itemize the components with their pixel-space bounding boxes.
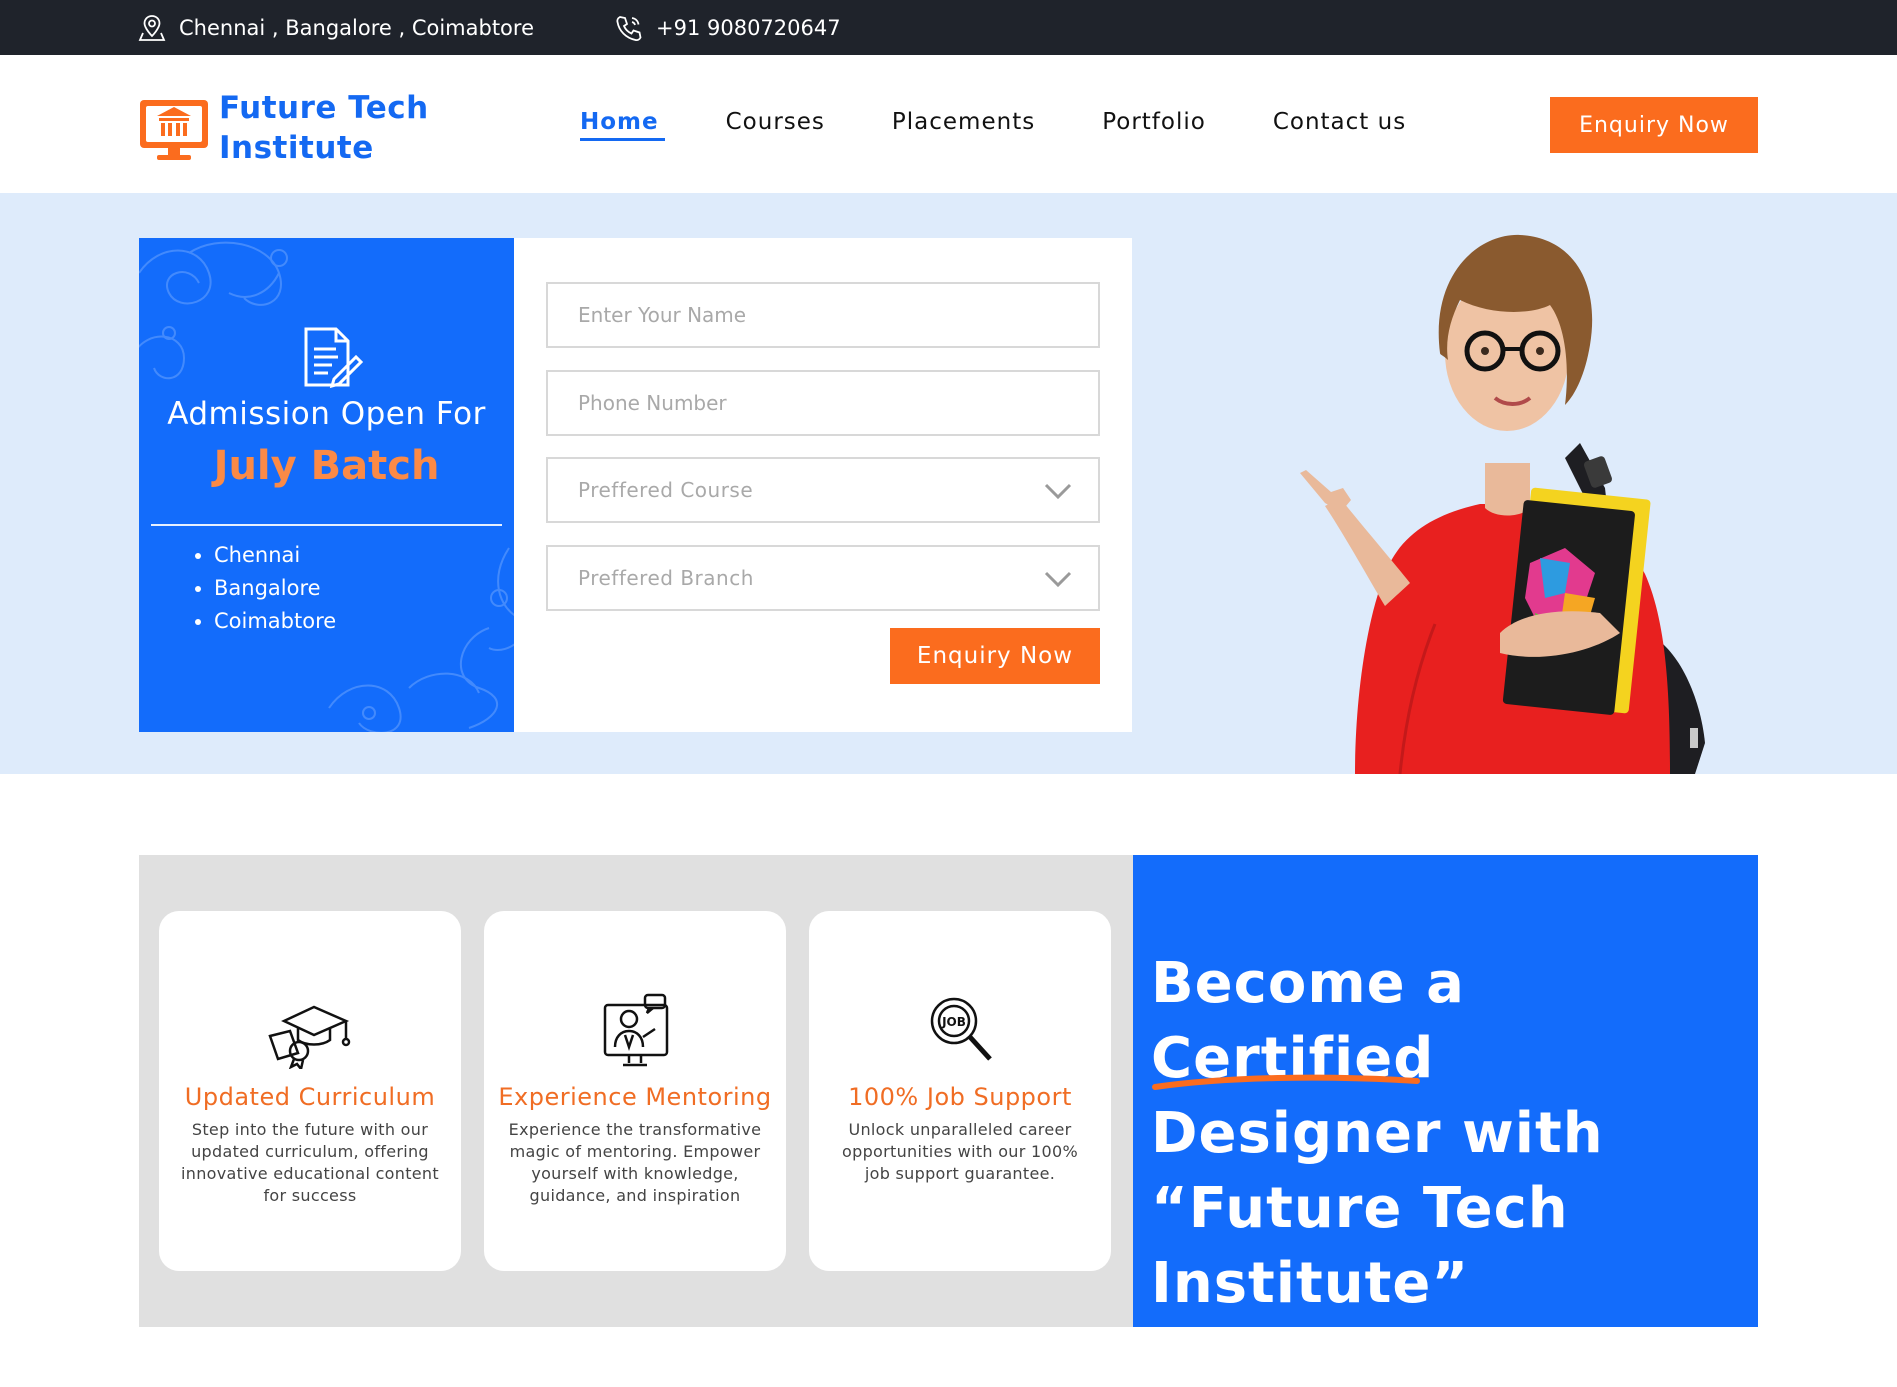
features-section: Updated Curriculum Step into the future … (139, 855, 1133, 1327)
document-edit-icon (304, 327, 364, 389)
enquiry-form: Preffered Course Preffered Branch Enquir… (514, 238, 1132, 732)
phone-info[interactable]: +91 9080720647 (614, 13, 841, 43)
logo-line-2: Institute (219, 130, 374, 166)
feature-card: Experience Mentoring Experience the tran… (484, 911, 786, 1271)
certified-line-2-rest: with (1441, 1101, 1604, 1166)
certified-line-4: Institute” (1151, 1251, 1470, 1316)
certified-banner: Become a Certified Designer with “Future… (1133, 855, 1758, 1327)
certified-heading: Become a Certified Designer with “Future… (1151, 946, 1751, 1321)
form-enquiry-button[interactable]: Enquiry Now (890, 628, 1100, 684)
nav-contact-us[interactable]: Contact us (1273, 109, 1406, 135)
feature-card: JOB 100% Job Support Unlock unparalleled… (809, 911, 1111, 1271)
header-enquiry-button[interactable]: Enquiry Now (1550, 97, 1758, 153)
city-list: Chennai Bangalore Coimabtore (214, 539, 336, 638)
course-select-placeholder: Preffered Course (578, 478, 754, 502)
city-item: Bangalore (214, 572, 336, 605)
chevron-down-icon (1044, 483, 1072, 500)
nav-placements[interactable]: Placements (892, 109, 1035, 135)
nav-portfolio[interactable]: Portfolio (1102, 109, 1206, 135)
logo-monitor-icon (140, 100, 208, 160)
svg-text:JOB: JOB (941, 1015, 966, 1029)
batch-title: July Batch (213, 443, 440, 489)
hero-section: Admission Open For July Batch Chennai Ba… (0, 193, 1897, 774)
nav-courses[interactable]: Courses (726, 109, 825, 135)
city-item: Chennai (214, 539, 336, 572)
logo[interactable]: Future Tech Institute (137, 88, 429, 168)
feature-description: Step into the future with our updated cu… (181, 1120, 439, 1205)
top-info-bar: Chennai , Bangalore , Coimabtore +91 908… (0, 0, 1897, 55)
student-photo (1300, 234, 1705, 774)
phone-number: +91 9080720647 (656, 16, 841, 40)
phone-field[interactable] (546, 370, 1100, 436)
certified-highlight-word: Designer (1151, 1101, 1442, 1166)
feature-card: Updated Curriculum Step into the future … (159, 911, 461, 1271)
map-pin-icon (138, 15, 166, 41)
phone-icon (616, 16, 642, 42)
feature-title: Experience Mentoring (498, 1083, 772, 1111)
job-search-icon: JOB (930, 997, 992, 1061)
admission-title: Admission Open For (167, 396, 486, 432)
city-item: Coimabtore (214, 605, 336, 638)
mentor-icon (603, 993, 669, 1067)
divider (151, 524, 502, 526)
location-info: Chennai , Bangalore , Coimabtore (137, 13, 534, 43)
branch-select-placeholder: Preffered Branch (578, 566, 754, 590)
feature-title: 100% Job Support (848, 1083, 1072, 1111)
main-nav: Home Courses Placements Portfolio Contac… (580, 109, 1473, 141)
feature-description: Experience the transformative magic of m… (508, 1120, 762, 1205)
site-header: Future Tech Institute Home Courses Place… (0, 55, 1897, 193)
name-field[interactable] (546, 282, 1100, 348)
graduation-cap-icon (268, 1005, 351, 1069)
phone-input[interactable] (578, 391, 1098, 415)
branch-select[interactable]: Preffered Branch (546, 545, 1100, 611)
locations-text: Chennai , Bangalore , Coimabtore (179, 16, 535, 40)
chevron-down-icon (1044, 571, 1072, 588)
name-input[interactable] (578, 303, 1098, 327)
brush-underline (1152, 1074, 1420, 1090)
certified-line-3: “Future Tech (1151, 1176, 1569, 1241)
nav-home[interactable]: Home (580, 109, 665, 141)
admission-promo-panel: Admission Open For July Batch Chennai Ba… (139, 238, 514, 732)
feature-title: Updated Curriculum (184, 1083, 436, 1111)
logo-line-1: Future Tech (219, 90, 429, 126)
course-select[interactable]: Preffered Course (546, 457, 1100, 523)
feature-description: Unlock unparalleled career opportunities… (842, 1120, 1078, 1183)
